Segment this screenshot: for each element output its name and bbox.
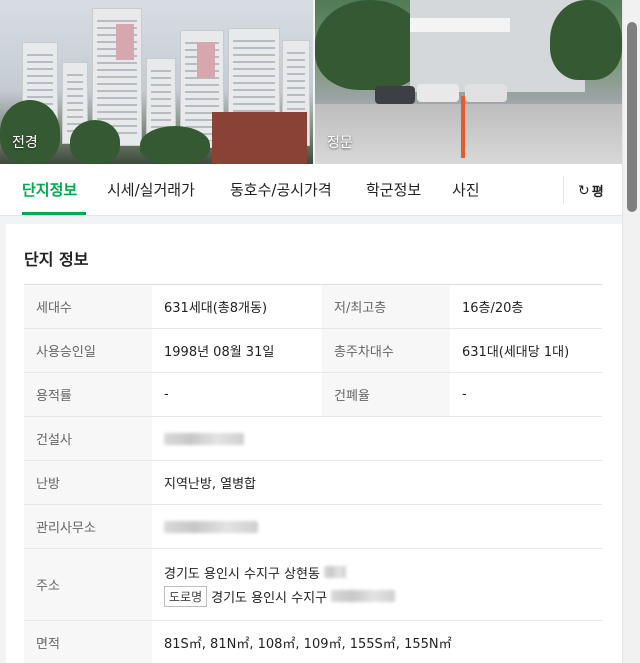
builder-value <box>152 417 602 460</box>
floor-area-ratio-value: - <box>164 387 169 402</box>
photo-caption: 정문 <box>327 135 353 151</box>
approval-date-value: 1998년 08월 31일 <box>164 345 275 360</box>
unit-toggle-button[interactable]: ↻ 평 <box>578 181 604 201</box>
parking-label: 총주차대수 <box>322 329 450 372</box>
households-value: 631세대(총8개동) <box>164 301 268 316</box>
redacted-text <box>164 520 258 533</box>
tab-photos[interactable]: 사진 <box>452 179 480 200</box>
area-value: 81S㎡, 81N㎡, 108㎡, 109㎡, 155S㎡, 155N㎡ <box>164 637 452 652</box>
redacted-text <box>331 590 396 602</box>
section-title: 단지 정보 <box>24 250 89 269</box>
photo-exterior[interactable]: 전경 <box>0 0 313 164</box>
table-row: 건설사 <box>24 417 602 461</box>
photo-gallery[interactable]: 전경 정문 <box>0 0 622 164</box>
heating-label: 난방 <box>24 461 152 504</box>
road-name-badge: 도로명 <box>164 585 208 607</box>
tab-complex-info[interactable]: 단지정보 <box>22 179 77 200</box>
road-address: 경기도 용인시 수지구 <box>211 590 328 606</box>
complex-info-panel: 단지 정보 세대수 631세대(총8개동) 저/최고층 16층/20층 사용승인… <box>6 224 622 663</box>
parking-value: 631대(세대당 1대) <box>462 345 570 360</box>
table-row: 용적률 - 건폐율 - <box>24 373 602 417</box>
building-coverage-value: - <box>462 387 467 402</box>
floor-area-ratio-label: 용적률 <box>24 373 152 416</box>
info-table: 세대수 631세대(총8개동) 저/최고층 16층/20층 사용승인일 1998… <box>24 284 602 663</box>
redacted-text <box>164 432 244 445</box>
area-label: 면적 <box>24 621 152 663</box>
table-row: 주소 경기도 용인시 수지구 상현동 도로명 경기도 용인시 수지구 <box>24 549 602 621</box>
photo-main-gate[interactable]: 정문 <box>315 0 622 164</box>
active-tab-indicator <box>22 212 86 215</box>
tab-school-info[interactable]: 학군정보 <box>366 179 421 200</box>
approval-date-label: 사용승인일 <box>24 329 152 372</box>
households-label: 세대수 <box>24 285 152 328</box>
redacted-text <box>323 566 346 578</box>
scrollbar-thumb[interactable] <box>627 22 637 212</box>
table-row: 사용승인일 1998년 08월 31일 총주차대수 631대(세대당 1대) <box>24 329 602 373</box>
lot-address-line: 경기도 용인시 수지구 상현동 <box>164 563 346 582</box>
table-row: 면적 81S㎡, 81N㎡, 108㎡, 109㎡, 155S㎡, 155N㎡ <box>24 621 602 663</box>
floors-value: 16층/20층 <box>462 301 524 316</box>
floors-label: 저/최고층 <box>322 285 450 328</box>
scrollbar[interactable] <box>622 0 640 663</box>
tab-unit-official-price[interactable]: 동호수/공시가격 <box>230 179 332 200</box>
table-row: 관리사무소 <box>24 505 602 549</box>
management-office-label: 관리사무소 <box>24 505 152 548</box>
tab-bar: 단지정보 시세/실거래가 동호수/공시가격 학군정보 사진 ↻ 평 <box>0 164 622 216</box>
unit-toggle-label: 평 <box>591 185 604 200</box>
table-row: 난방 지역난방, 열병합 <box>24 461 602 505</box>
address-value: 경기도 용인시 수지구 상현동 도로명 경기도 용인시 수지구 <box>152 549 602 620</box>
address-label: 주소 <box>24 549 152 620</box>
management-office-value <box>152 505 602 548</box>
photo-caption: 전경 <box>12 135 38 151</box>
tab-market-price[interactable]: 시세/실거래가 <box>107 179 195 200</box>
tab-divider <box>563 176 564 204</box>
lot-address: 경기도 용인시 수지구 상현동 <box>164 566 320 582</box>
building-coverage-label: 건폐율 <box>322 373 450 416</box>
road-address-line: 도로명 경기도 용인시 수지구 <box>164 585 396 607</box>
table-row: 세대수 631세대(총8개동) 저/최고층 16층/20층 <box>24 285 602 329</box>
heating-value: 지역난방, 열병합 <box>164 477 256 492</box>
refresh-icon: ↻ <box>578 182 590 199</box>
builder-label: 건설사 <box>24 417 152 460</box>
